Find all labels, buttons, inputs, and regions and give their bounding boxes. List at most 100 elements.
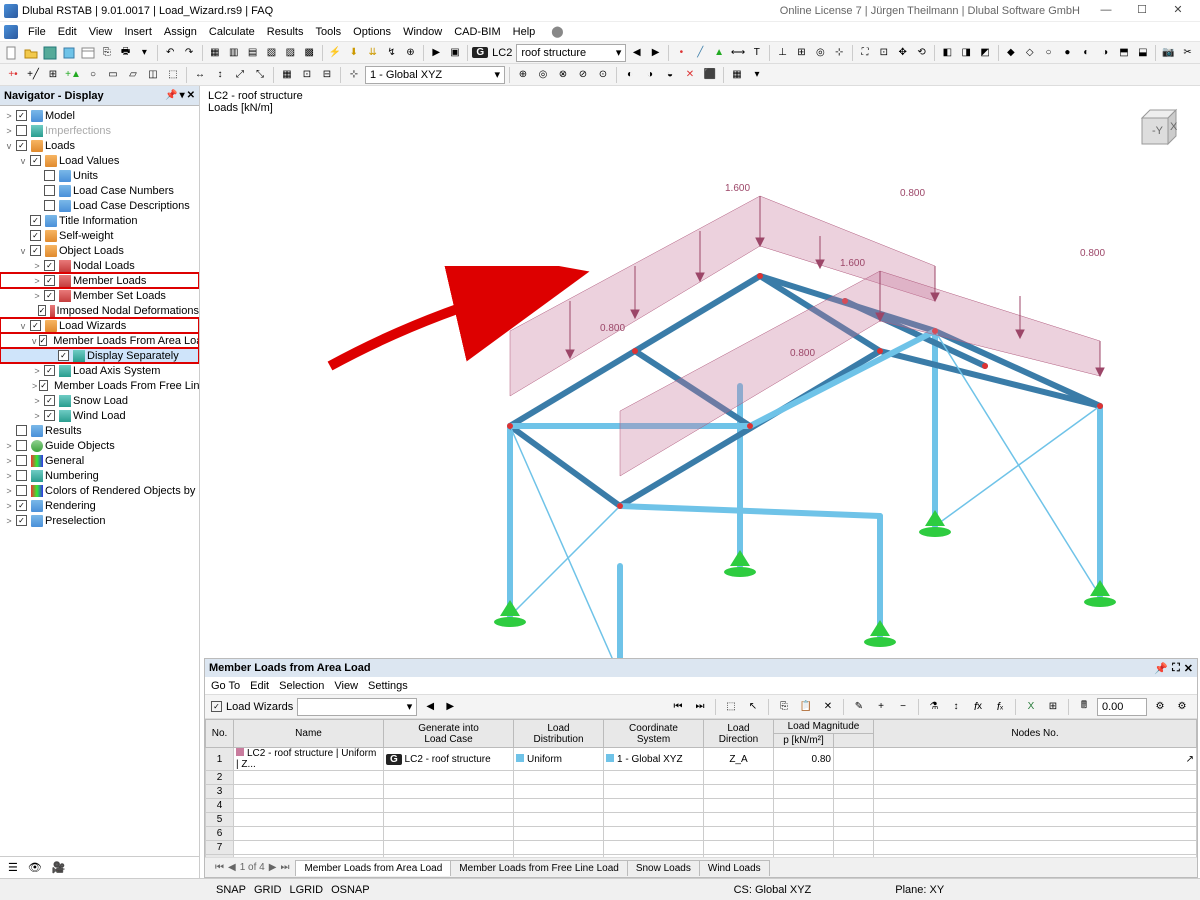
grid-icon[interactable]: ⊞ xyxy=(793,44,810,62)
page-next-icon[interactable]: ▶ xyxy=(269,862,277,873)
status-grid[interactable]: GRID xyxy=(254,884,282,896)
menu-calculate[interactable]: Calculate xyxy=(203,24,261,40)
tree-imposed-nodal-deformations[interactable]: Imposed Nodal Deformations xyxy=(0,303,199,318)
new-icon[interactable] xyxy=(4,44,21,62)
table-row[interactable]: 1LC2 - roof structure | Uniform | Z...G … xyxy=(206,748,1197,771)
t2-s-icon[interactable]: ◒ xyxy=(661,66,679,84)
tree-snow-load[interactable]: >Snow Load xyxy=(0,393,199,408)
menu-insert[interactable]: Insert xyxy=(118,24,158,40)
view3-icon[interactable]: ▤ xyxy=(244,44,261,62)
t2-f-icon[interactable]: ↕ xyxy=(211,66,229,84)
bp-menu-selection[interactable]: Selection xyxy=(279,680,324,692)
t2-j-icon[interactable]: ⊡ xyxy=(298,66,316,84)
camera-icon[interactable]: 📷 xyxy=(1160,44,1177,62)
tree-preselection[interactable]: >Preselection xyxy=(0,513,199,528)
panel-pin-icon[interactable]: 📌 xyxy=(1154,662,1168,675)
tbl-filter-icon[interactable]: ⚗ xyxy=(925,698,943,716)
tool-f-icon[interactable]: ◑ xyxy=(1097,44,1114,62)
tool-a-icon[interactable]: ◆ xyxy=(1002,44,1019,62)
tree-self-weight[interactable]: Self-weight xyxy=(0,228,199,243)
menu-window[interactable]: Window xyxy=(397,24,448,40)
load1-icon[interactable]: ⚡ xyxy=(327,44,344,62)
bp-menu-view[interactable]: View xyxy=(334,680,358,692)
maximize-button[interactable]: ☐ xyxy=(1124,0,1160,22)
nav-close-icon[interactable]: ✕ xyxy=(187,90,195,101)
tree-object-loads[interactable]: vObject Loads xyxy=(0,243,199,258)
tree-load-case-numbers[interactable]: Load Case Numbers xyxy=(0,183,199,198)
tbl-calc-icon[interactable]: 🖩 xyxy=(1075,698,1093,716)
table-row[interactable]: 2 xyxy=(206,771,1197,785)
t2-n-icon[interactable]: ⊗ xyxy=(554,66,572,84)
tree-member-set-loads[interactable]: >Member Set Loads xyxy=(0,288,199,303)
newhinge-icon[interactable]: ○ xyxy=(84,66,102,84)
report-icon[interactable]: ▾ xyxy=(136,44,153,62)
tool-e-icon[interactable]: ◐ xyxy=(1078,44,1095,62)
save-icon[interactable] xyxy=(42,44,59,62)
tbl-excel-icon[interactable]: X xyxy=(1022,698,1040,716)
menu-cad-bim[interactable]: CAD-BIM xyxy=(448,24,506,40)
tbl-prev-icon[interactable]: ◀ xyxy=(421,698,439,716)
t2-m-icon[interactable]: ◎ xyxy=(534,66,552,84)
tree-results[interactable]: Results xyxy=(0,423,199,438)
tbl-first-icon[interactable]: ⏮ xyxy=(669,698,687,716)
zoom-win-icon[interactable]: ⊡ xyxy=(875,44,892,62)
menu-view[interactable]: View xyxy=(83,24,119,40)
load4-icon[interactable]: ↯ xyxy=(383,44,400,62)
load3-icon[interactable]: ⇊ xyxy=(364,44,381,62)
sheet-tab-3[interactable]: Wind Loads xyxy=(699,860,770,876)
zoom-all-icon[interactable]: ⛶ xyxy=(857,44,874,62)
table-row[interactable]: 4 xyxy=(206,799,1197,813)
tree-display-separately[interactable]: Display Separately xyxy=(0,348,199,363)
member-icon[interactable]: ╱ xyxy=(692,44,709,62)
text-icon[interactable]: T xyxy=(748,44,765,62)
print-icon[interactable]: 🖶 xyxy=(117,44,134,62)
ucs-icon[interactable]: ⊹ xyxy=(345,66,363,84)
copy-icon[interactable]: ⎘ xyxy=(98,44,115,62)
table-icon[interactable] xyxy=(79,44,96,62)
pan-icon[interactable]: ✥ xyxy=(894,44,911,62)
view-cube[interactable]: -Y X xyxy=(1130,106,1180,156)
sheet-tab-0[interactable]: Member Loads from Area Load xyxy=(295,860,451,876)
cs-combo[interactable]: 1 - Global XYZ▾ xyxy=(365,66,505,84)
t2-w-icon[interactable]: ▾ xyxy=(748,66,766,84)
tree-loads[interactable]: vLoads xyxy=(0,138,199,153)
load5-icon[interactable]: ⊕ xyxy=(402,44,419,62)
view2-icon[interactable]: ▥ xyxy=(225,44,242,62)
page-last-icon[interactable]: ⏭ xyxy=(280,862,289,873)
tbl-rem-icon[interactable]: − xyxy=(894,698,912,716)
tool-d-icon[interactable]: ● xyxy=(1059,44,1076,62)
view6-icon[interactable]: ▩ xyxy=(301,44,318,62)
t2-k-icon[interactable]: ⊟ xyxy=(318,66,336,84)
t2-i-icon[interactable]: ▦ xyxy=(278,66,296,84)
nav-mode-eye-icon[interactable]: 👁 xyxy=(28,861,42,874)
tbl-last-icon[interactable]: ⏭ xyxy=(691,698,709,716)
bp-menu-edit[interactable]: Edit xyxy=(250,680,269,692)
support-icon[interactable]: ▲ xyxy=(711,44,728,62)
bp-menu-settings[interactable]: Settings xyxy=(368,680,408,692)
tbl-value-display[interactable]: 0.00 xyxy=(1097,698,1147,716)
tree-wind-load[interactable]: >Wind Load xyxy=(0,408,199,423)
wizard-combo[interactable]: ▾ xyxy=(297,698,417,716)
newsupport-icon[interactable]: +▲ xyxy=(64,66,82,84)
tree-imperfections[interactable]: >Imperfections xyxy=(0,123,199,138)
dim-icon[interactable]: ⟷ xyxy=(730,44,747,62)
lc-next-icon[interactable]: ▶ xyxy=(647,44,664,62)
tree-load-values[interactable]: vLoad Values xyxy=(0,153,199,168)
t2-e-icon[interactable]: ↔ xyxy=(191,66,209,84)
tree-guide-objects[interactable]: >Guide Objects xyxy=(0,438,199,453)
data-table[interactable]: No. Name Generate intoLoad Case LoadDist… xyxy=(205,719,1197,857)
tree-model[interactable]: >Model xyxy=(0,108,199,123)
t2-b-icon[interactable]: ▱ xyxy=(124,66,142,84)
bp-menu-goto[interactable]: Go To xyxy=(211,680,240,692)
sheet-tab-2[interactable]: Snow Loads xyxy=(627,860,700,876)
view5-icon[interactable]: ▨ xyxy=(282,44,299,62)
undo-icon[interactable]: ↶ xyxy=(162,44,179,62)
newmember-icon[interactable]: +╱ xyxy=(24,66,42,84)
tbl-select-icon[interactable]: ⬚ xyxy=(722,698,740,716)
cs-icon[interactable]: ⊹ xyxy=(831,44,848,62)
menu-results[interactable]: Results xyxy=(261,24,310,40)
tree-units[interactable]: Units xyxy=(0,168,199,183)
redo-icon[interactable]: ↷ xyxy=(181,44,198,62)
t2-a-icon[interactable]: ▭ xyxy=(104,66,122,84)
navigator-tree[interactable]: >Model>ImperfectionsvLoadsvLoad ValuesUn… xyxy=(0,106,199,856)
